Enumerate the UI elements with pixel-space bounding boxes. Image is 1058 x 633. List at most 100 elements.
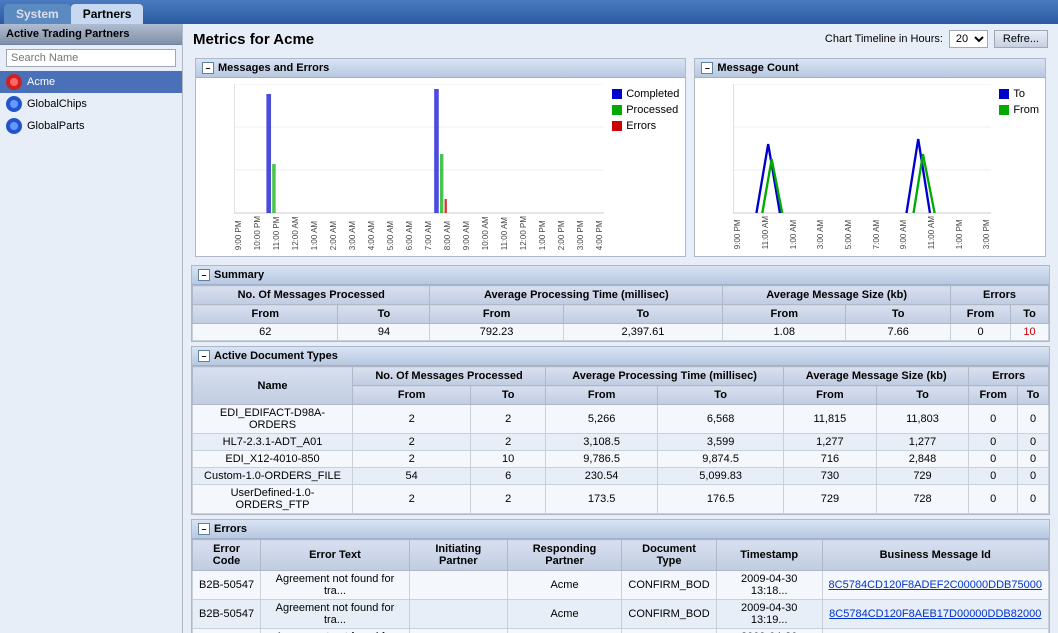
err-msgid[interactable]: 8C5784CD120F8ADEF2C00000DDB75000 [822,571,1048,600]
sidebar: Active Trading Partners Acme GlobalChips… [0,24,183,633]
legend-processed: Processed [612,104,679,116]
err-col-text: Error Text [261,540,410,571]
active-doc-types-table: Name No. Of Messages Processed Average P… [192,366,1049,514]
chart-timeline-select[interactable]: 20 12 24 48 [949,30,988,48]
summary-table: No. Of Messages Processed Average Proces… [192,285,1049,341]
doctype-row: EDI_X12-4010-850 2 10 9,786.5 9,874.5 71… [193,451,1049,468]
header-controls: Chart Timeline in Hours: 20 12 24 48 Ref… [825,30,1048,48]
legend-completed: Completed [612,88,679,100]
doctype-row: UserDefined-1.0-ORDERS_FTP 2 2 173.5 176… [193,485,1049,514]
summary-val-msg-from: 62 [193,324,338,341]
err-text: Agreement not found for tra... [261,571,410,600]
err-col-timestamp: Timestamp [716,540,822,571]
legend-dot-processed [612,105,622,115]
doctype-err-from: 0 [969,451,1018,468]
doctype-size-from: 730 [784,468,877,485]
err-init: GlobalChips [409,629,507,633]
doctype-name: Custom-1.0-ORDERS_FILE [193,468,353,485]
doctype-col-proctime: Average Processing Time (millisec) [546,367,784,386]
doctype-subh-to1: To [471,386,546,405]
legend-label-errors: Errors [626,120,656,132]
doctype-size-to: 11,803 [876,405,969,434]
doctype-msg-to: 6 [471,468,546,485]
x-axis-count: 9:00 PM11:00 AM1:00 AM3:00 AM 5:00 AM7:0… [733,214,991,249]
doctype-msg-to: 10 [471,451,546,468]
legend-to: To [999,88,1039,100]
doctype-msg-from: 2 [353,451,471,468]
message-count-panel: – Message Count 60 30 0 [694,58,1046,257]
active-doc-types-panel: – Active Document Types Name No. Of Mess… [191,346,1050,515]
legend-from: From [999,104,1039,116]
doctype-subh-from2: From [546,386,658,405]
legend-label-from: From [1013,104,1039,116]
collapse-icon-doctype[interactable]: – [198,350,210,362]
active-doc-types-title: Active Document Types [214,350,338,362]
summary-header: – Summary [192,266,1049,285]
refresh-button[interactable]: Refre... [994,30,1048,48]
message-count-body: 60 30 0 9:00 [695,78,1045,255]
summary-subh-to3: To [846,305,951,324]
legend-dot-from [999,105,1009,115]
collapse-icon-errors[interactable]: – [198,523,210,535]
summary-col-msgsize: Average Message Size (kb) [723,286,951,305]
err-resp: Acme [507,629,621,633]
errors-table-scroll[interactable]: Error Code Error Text Initiating Partner… [192,539,1049,633]
content-area: Metrics for Acme Chart Timeline in Hours… [183,24,1058,633]
search-input[interactable] [6,49,176,67]
tab-system[interactable]: System [4,4,71,24]
err-msgid[interactable]: 8C5784CD120F8AEB1DB00000DDB89000 [822,629,1048,633]
message-count-legend: To From [999,84,1039,249]
collapse-icon-msg[interactable]: – [202,62,214,74]
content-header: Metrics for Acme Chart Timeline in Hours… [183,24,1058,54]
partner-label-acme: Acme [27,76,55,88]
summary-val-err-from: 0 [951,324,1011,341]
err-timestamp: 2009-04-30 13:19... [716,629,822,633]
tab-bar: System Partners [0,0,1058,24]
err-code: B2B-50547 [193,571,261,600]
sidebar-item-acme[interactable]: Acme [0,71,182,93]
err-timestamp: 2009-04-30 13:19... [716,600,822,629]
doctype-name: EDI_EDIFACT-D98A-ORDERS [193,405,353,434]
errors-table: Error Code Error Text Initiating Partner… [192,539,1049,633]
doctype-size-to: 1,277 [876,434,969,451]
partner-icon-acme [6,74,22,90]
doctype-proc-from: 173.5 [546,485,658,514]
doctype-subh-to4: To [1018,386,1049,405]
partner-label-globalparts: GlobalParts [27,120,84,132]
partner-label-globalchips: GlobalChips [27,98,87,110]
tab-partners[interactable]: Partners [71,4,144,24]
sidebar-item-globalparts[interactable]: GlobalParts [0,115,182,137]
message-count-chart: 60 30 0 [733,84,991,214]
messages-errors-body: 90 45 0 9:00 PM10:00 PM11:0 [196,78,685,256]
doctype-proc-to: 5,099.83 [658,468,784,485]
err-resp: Acme [507,600,621,629]
doctype-row: EDI_EDIFACT-D98A-ORDERS 2 2 5,266 6,568 … [193,405,1049,434]
doctype-proc-from: 230.54 [546,468,658,485]
doctype-row: Custom-1.0-ORDERS_FILE 54 6 230.54 5,099… [193,468,1049,485]
err-msgid[interactable]: 8C5784CD120F8AEB17D00000DDB82000 [822,600,1048,629]
doctype-size-from: 11,815 [784,405,877,434]
summary-subh-to2: To [563,305,722,324]
doctype-col-name: Name [193,367,353,405]
collapse-icon-summary[interactable]: – [198,269,210,281]
summary-val-err-to: 10 [1011,324,1049,341]
doctype-col-msgsize: Average Message Size (kb) [784,367,969,386]
messages-errors-header: – Messages and Errors [196,59,685,78]
err-init [409,571,507,600]
errors-panel: – Errors Error Code Error Text Initiatin… [191,519,1050,633]
summary-panel: – Summary No. Of Messages Processed Aver… [191,265,1050,342]
x-axis-msg: 9:00 PM10:00 PM11:00 PM12:00 AM 1:00 AM2… [234,214,604,250]
doctype-msg-from: 54 [353,468,471,485]
errors-title: Errors [214,523,247,535]
err-col-resp: Responding Partner [507,540,621,571]
sidebar-item-globalchips[interactable]: GlobalChips [0,93,182,115]
summary-val-size-to: 7.66 [846,324,951,341]
doctype-proc-from: 3,108.5 [546,434,658,451]
doctype-subh-from4: From [969,386,1018,405]
err-init [409,600,507,629]
collapse-icon-count[interactable]: – [701,62,713,74]
summary-title: Summary [214,269,264,281]
legend-dot-errors [612,121,622,131]
summary-val-msg-to: 94 [338,324,430,341]
summary-subh-to4: To [1011,305,1049,324]
